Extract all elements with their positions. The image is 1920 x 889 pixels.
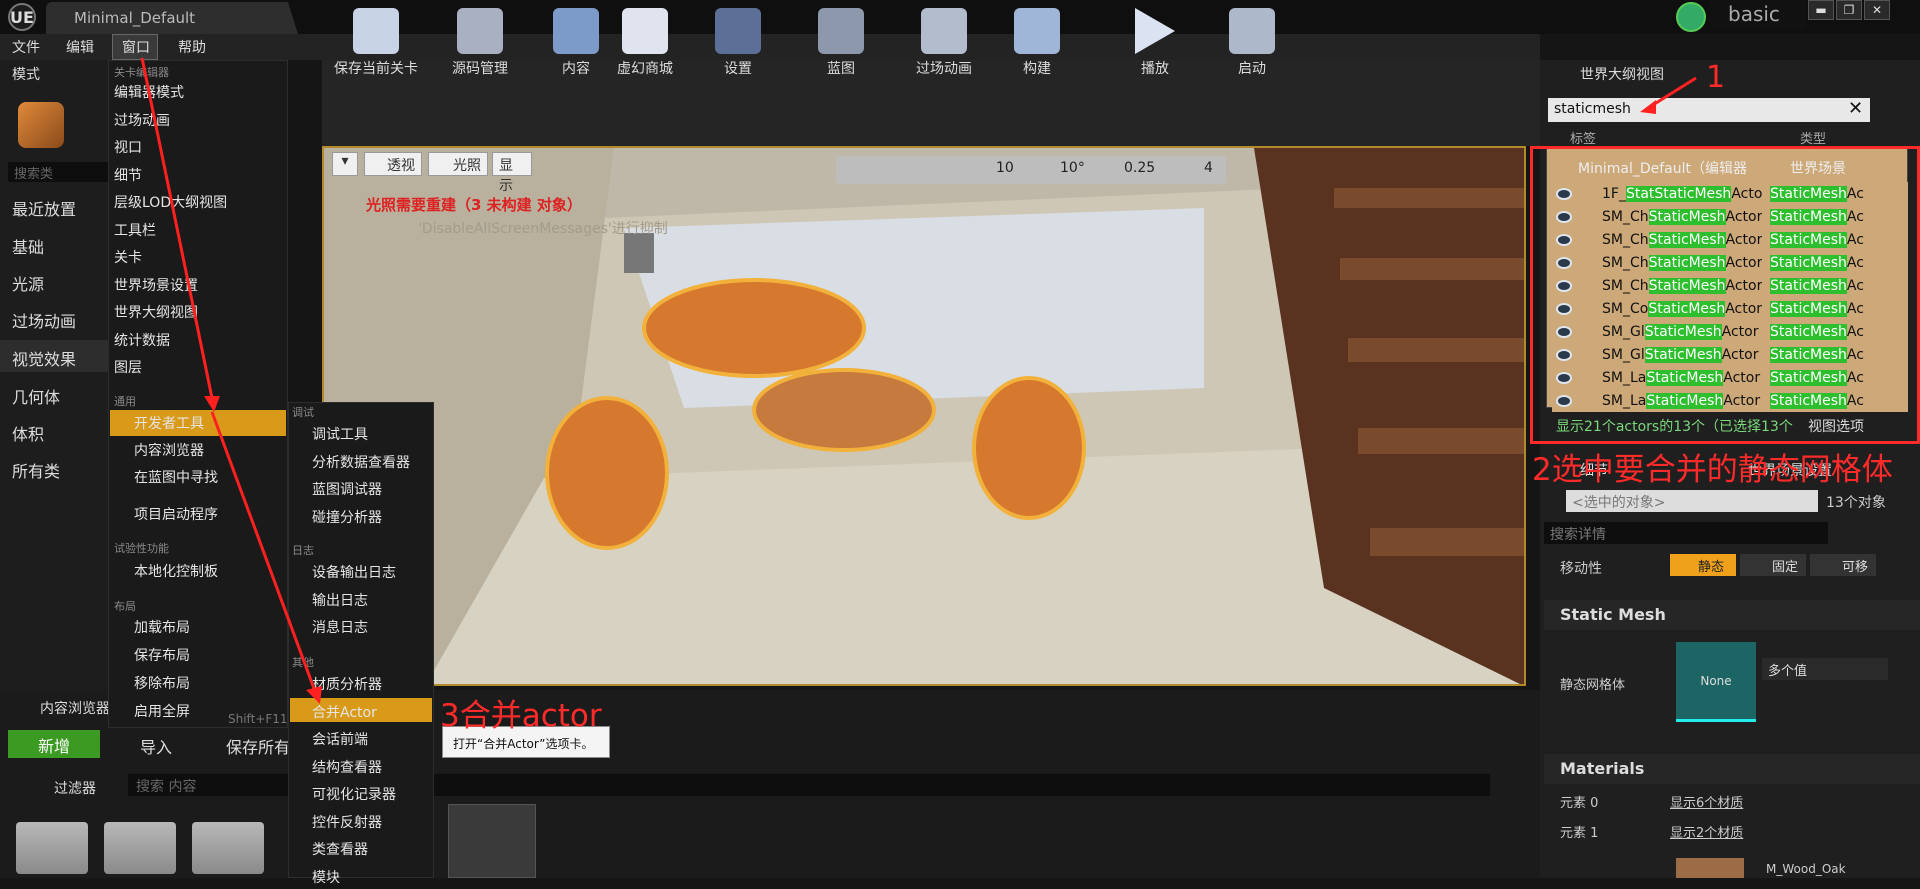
annotation-step-2: 2选中要合并的静态网格体 xyxy=(1532,452,1893,488)
annotation-step-3: 3合并actor xyxy=(440,698,602,734)
annotation-arrows xyxy=(140,57,1697,704)
annotation-step-1: 1 xyxy=(1706,60,1726,95)
